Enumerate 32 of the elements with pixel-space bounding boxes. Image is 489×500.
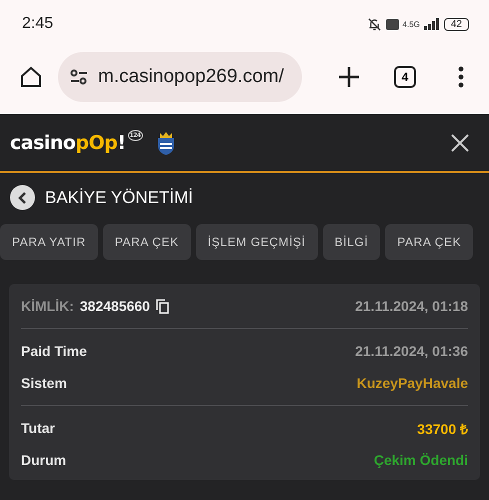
clock: 2:45 — [22, 15, 54, 33]
bell-off-icon — [366, 16, 382, 32]
signal-icon — [424, 18, 440, 30]
url-text: m.casinopop269.com/ — [98, 66, 284, 88]
copy-icon[interactable] — [156, 298, 169, 314]
field-label: Paid Time — [21, 343, 87, 359]
field-value: KuzeyPayHavale — [356, 375, 468, 391]
created-date: 21.11.2024, 01:18 — [355, 298, 468, 314]
battery-indicator: 42 — [444, 18, 469, 30]
close-icon — [450, 132, 470, 152]
menu-icon — [458, 66, 464, 88]
volte-icon — [386, 18, 399, 30]
field-value: Çekim Ödendi — [374, 452, 468, 468]
page-title: BAKİYE YÖNETİMİ — [45, 188, 194, 208]
back-button[interactable] — [10, 185, 35, 210]
field-label: Sistem — [21, 375, 67, 391]
field-label: Durum — [21, 452, 66, 468]
tab[interactable]: BİLGİ — [322, 224, 380, 260]
tab[interactable]: PARA ÇEK — [102, 224, 191, 260]
id-label: KİMLİK: — [21, 298, 74, 314]
id-value: 382485660 — [80, 298, 150, 314]
address-bar[interactable]: m.casinopop269.com/ — [58, 52, 302, 102]
tab[interactable]: PARA ÇEK — [385, 224, 474, 260]
field-value: 21.11.2024, 01:36 — [355, 343, 468, 359]
field-value: 33700 ₺ — [417, 420, 468, 438]
network-type: 4.5G — [402, 20, 420, 28]
field-label: Tutar — [21, 420, 55, 436]
tab[interactable]: PARA YATIR — [0, 224, 98, 260]
tab[interactable]: İŞLEM GEÇMİŞİ — [196, 224, 318, 260]
tab-count-button[interactable]: 4 — [394, 66, 416, 88]
chevron-left-icon — [18, 192, 28, 204]
site-settings-icon[interactable] — [70, 69, 88, 85]
